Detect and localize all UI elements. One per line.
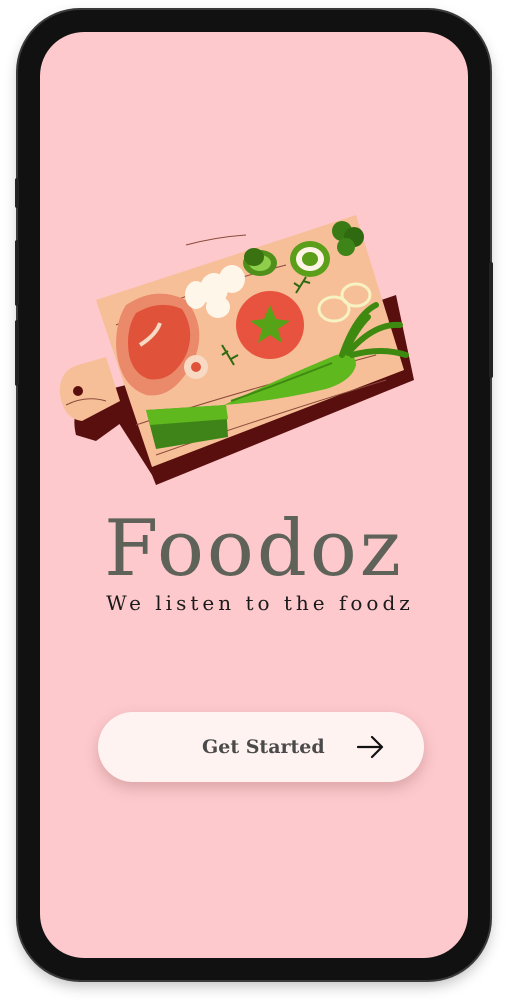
volume-up-button: [15, 240, 19, 306]
get-started-label: Get Started: [202, 736, 325, 758]
volume-down-button: [15, 320, 19, 386]
cutting-board-illustration: [59, 215, 414, 485]
power-button: [489, 262, 493, 378]
app-title: Foodoz: [104, 504, 404, 594]
app-tagline: We listen to the foodz: [106, 591, 414, 615]
arrow-right-icon: [356, 735, 384, 759]
app-screen: [40, 32, 468, 958]
mute-switch: [15, 178, 19, 208]
get-started-button[interactable]: Get Started: [98, 712, 424, 782]
